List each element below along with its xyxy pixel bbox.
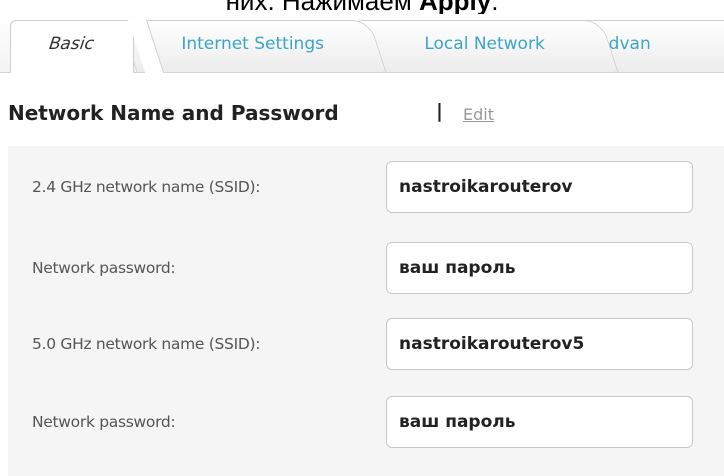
network-form-panel: 2.4 GHz network name (SSID): Network pas… [8, 146, 724, 476]
ssid-50-input[interactable] [386, 318, 693, 370]
tab-basic-label: Basic [46, 34, 98, 54]
tab-local-network-label: Local Network [424, 34, 545, 54]
heading-separator: | [436, 100, 443, 122]
ssid-24-input[interactable] [386, 161, 693, 213]
form-row-ssid-50: 5.0 GHz network name (SSID): [8, 318, 724, 370]
password-50-input[interactable] [386, 396, 693, 448]
password-24-input[interactable] [386, 242, 693, 294]
form-row-ssid-24: 2.4 GHz network name (SSID): [8, 161, 724, 213]
ssid-24-label: 2.4 GHz network name (SSID): [32, 178, 261, 196]
tab-basic[interactable]: Basic [10, 20, 134, 73]
ssid-50-label: 5.0 GHz network name (SSID): [32, 335, 261, 353]
edit-link[interactable]: Edit [463, 105, 494, 124]
form-row-password-24: Network password: [8, 242, 724, 294]
password-24-label: Network password: [32, 259, 176, 277]
tab-local-network[interactable]: Local Network [351, 20, 619, 72]
form-row-password-50: Network password: [8, 396, 724, 448]
tab-internet-settings-label: Internet Settings [181, 34, 324, 54]
section-title: Network Name and Password [8, 101, 339, 125]
password-50-label: Network password: [32, 413, 176, 431]
tab-bar: Advan Local Network Internet Settings Ba… [0, 14, 724, 73]
